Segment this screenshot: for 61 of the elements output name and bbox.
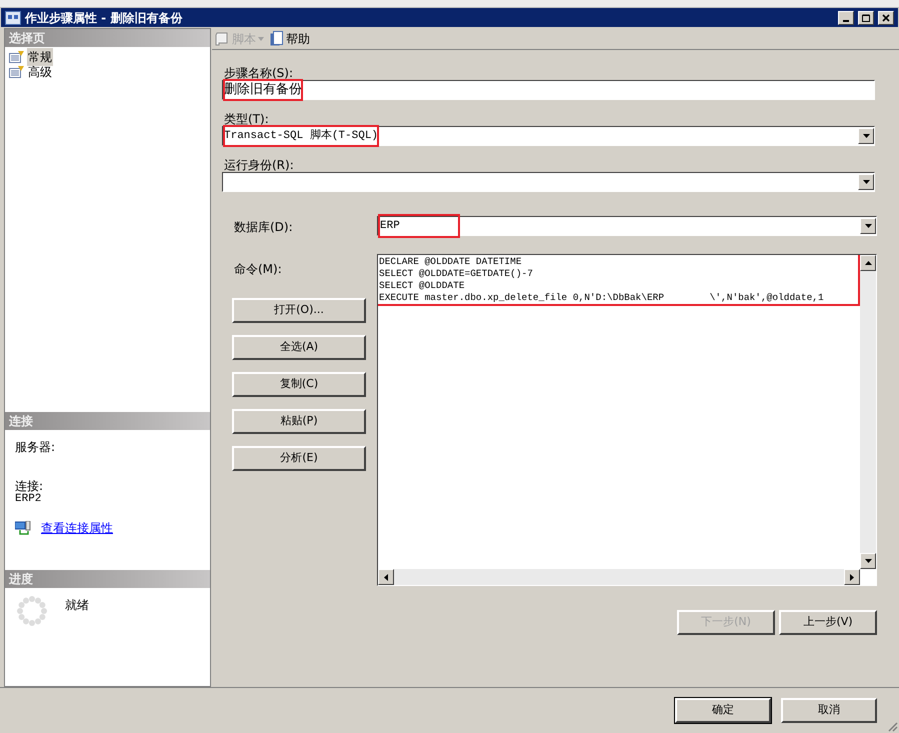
push-button[interactable]: 全选(A) (232, 335, 366, 360)
dropdown-button[interactable] (858, 174, 874, 190)
dropdown-button[interactable] (858, 128, 874, 144)
code-line: EXECUTE master.dbo.xp_delete_file 0,N'D:\DbBak\ERP \',N'bak',@olddate,1 (379, 292, 824, 304)
scrollbar[interactable] (860, 255, 876, 569)
toolbar-button[interactable]: 帮助 (270, 30, 310, 48)
push-button[interactable]: 取消 (781, 698, 877, 723)
code-line: SELECT @OLDDATE=GETDATE()-7 (379, 268, 533, 280)
push-button[interactable]: 确定 (675, 698, 771, 723)
field-label: 类型(T): (224, 111, 270, 126)
resize-grip-icon (886, 720, 898, 732)
spinner-icon (17, 596, 47, 626)
code-line: DECLARE @OLDDATE DATETIME (379, 256, 522, 268)
push-button[interactable]: 上一步(V) (779, 610, 877, 635)
field-label: 数据库(D): (233, 219, 294, 236)
maximize-button[interactable] (858, 10, 874, 24)
scroll-down-icon (864, 559, 872, 563)
code-line: SELECT @OLDDATE (379, 280, 465, 292)
scroll-right-icon (850, 574, 854, 580)
sidebar-item[interactable]: 高级 (27, 62, 53, 80)
close-button[interactable] (878, 10, 894, 24)
section-header: 选择页 (5, 29, 210, 47)
push-button[interactable]: 分析(E) (232, 446, 366, 471)
connection-value: ERP2 (15, 493, 42, 505)
page-icon (9, 50, 25, 63)
field-label: 命令(M): (233, 261, 283, 278)
window-icon (5, 10, 21, 24)
network-icon (15, 521, 31, 535)
caret-icon (862, 180, 870, 184)
dropdown-field[interactable] (222, 172, 875, 192)
section-header: 连接 (5, 412, 210, 430)
dropdown-button[interactable] (860, 218, 876, 234)
progress-status: 就绪 (65, 597, 89, 614)
caret-icon (864, 224, 872, 228)
connection-properties-link[interactable]: 查看连接属性 (41, 519, 113, 537)
caret-icon (862, 134, 870, 138)
caret-icon (258, 36, 264, 40)
push-button[interactable]: 复制(C) (232, 372, 366, 397)
server-label: 服务器: (15, 439, 56, 456)
scroll-icon (214, 30, 230, 46)
sidebar-item[interactable]: 常规 (27, 48, 53, 66)
input-field[interactable]: 删除旧有备份 (222, 80, 875, 100)
field-label: 步骤名称(S): (224, 65, 294, 80)
scroll-left-icon (384, 574, 388, 580)
page-icon (9, 65, 25, 78)
push-button[interactable]: 打开(O)... (232, 298, 366, 323)
dropdown-field[interactable]: ERP (377, 216, 877, 236)
document-icon (270, 30, 284, 46)
section-header: 进度 (5, 570, 210, 588)
window-title: 作业步骤属性 - 删除旧有备份 (25, 10, 184, 26)
minimize-button[interactable] (838, 10, 854, 24)
close-icon (882, 14, 890, 22)
minimize-icon (843, 20, 849, 22)
field-label: 运行身份(R): (224, 157, 295, 172)
scrollbar[interactable] (378, 569, 860, 585)
maximize-icon (862, 14, 870, 22)
connection-label: 连接: (15, 480, 44, 493)
command-editor[interactable]: DECLARE @OLDDATE DATETIME SELECT @OLDDATE=GETDATE()-7 SELECT @OLDDATE EXECUTE master.dbo.xp_delete_file 0,N'D:\DbBak\ERP \',N'bak',@olddate,1 (377, 254, 877, 586)
push-button[interactable]: 粘贴(P) (232, 409, 366, 434)
scroll-up-icon (864, 261, 872, 265)
dropdown-field[interactable]: Transact-SQL 脚本(T-SQL) (222, 126, 875, 146)
